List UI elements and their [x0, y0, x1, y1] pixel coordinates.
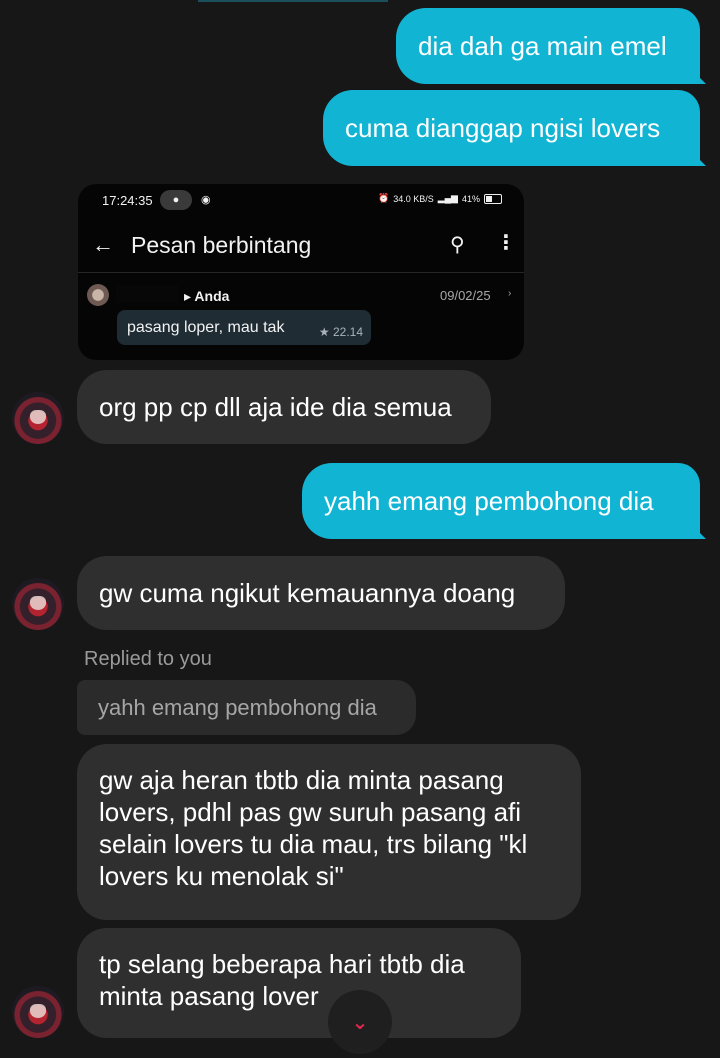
- chevron-right-icon: ›: [508, 288, 512, 299]
- sent-message-bubble[interactable]: dia dah ga main emel: [396, 8, 700, 84]
- status-indicators: ⏰ 34.0 KB/S ▂▄▆ 41%: [378, 193, 502, 204]
- sent-message-bubble[interactable]: yahh emang pembohong dia: [302, 463, 700, 539]
- divider: [78, 272, 524, 273]
- reply-quote-text: yahh emang pembohong dia: [98, 694, 377, 720]
- alarm-icon: ⏰: [378, 193, 390, 203]
- received-message-bubble[interactable]: gw aja heran tbtb dia minta pasang lover…: [77, 744, 581, 920]
- embedded-status-bar: 17:24:35 ● ◉ ⏰ 34.0 KB/S ▂▄▆ 41%: [78, 184, 524, 218]
- message-line: lovers ku menolak si": [99, 861, 344, 891]
- received-message-bubble[interactable]: gw cuma ngikut kemauannya doang: [77, 556, 565, 630]
- microphone-icon: ●: [160, 190, 192, 210]
- embedded-message-bubble: pasang loper, mau tak ★ 22.14: [117, 310, 371, 345]
- battery-icon: [484, 193, 502, 204]
- chevron-down-icon: ⌄: [351, 1011, 369, 1034]
- avatar[interactable]: [12, 578, 64, 630]
- reply-quote[interactable]: yahh emang pembohong dia: [77, 680, 416, 735]
- network-speed: 34.0 KB/S: [393, 193, 434, 204]
- message-text: dia dah ga main emel: [418, 31, 667, 61]
- signal-icon: ▂▄▆: [437, 193, 458, 203]
- status-time: 17:24:35: [102, 193, 153, 208]
- redaction-box: [116, 285, 178, 303]
- received-message-bubble[interactable]: org pp cp dll aja ide dia semua: [77, 370, 491, 444]
- avatar[interactable]: [12, 986, 64, 1038]
- avatar[interactable]: [12, 392, 64, 444]
- battery-level: 41%: [461, 193, 480, 204]
- embedded-screenshot-image[interactable]: 17:24:35 ● ◉ ⏰ 34.0 KB/S ▂▄▆ 41% ← Pesan…: [78, 184, 524, 360]
- scroll-to-bottom-button[interactable]: ⌄: [328, 990, 392, 1054]
- message-text: yahh emang pembohong dia: [324, 486, 654, 516]
- embedded-message-time: ★ 22.14: [318, 325, 363, 339]
- message-line: gw aja heran tbtb dia minta pasang: [99, 765, 504, 795]
- embedded-app-bar: ← Pesan berbintang ⚲ ⋮: [78, 224, 524, 268]
- discord-icon: ◉: [201, 194, 211, 206]
- embedded-date: 09/02/25: [440, 288, 491, 303]
- message-line: tp selang beberapa hari tbtb dia: [99, 949, 465, 979]
- search-icon: ⚲: [450, 234, 465, 256]
- top-accent-strip: [198, 0, 388, 2]
- avatar: [87, 284, 109, 306]
- replied-to-label: Replied to you: [84, 648, 212, 670]
- back-arrow-icon: ←: [92, 232, 114, 257]
- message-line: minta pasang lover: [99, 981, 319, 1011]
- message-line: selain lovers tu dia mau, trs bilang "kl: [99, 829, 528, 859]
- embedded-title: Pesan berbintang: [131, 232, 312, 258]
- more-menu-icon: ⋮: [496, 232, 516, 254]
- sender-name: Anda: [194, 288, 230, 304]
- message-text: cuma dianggap ngisi lovers: [345, 113, 661, 143]
- message-text: gw cuma ngikut kemauannya doang: [99, 578, 516, 608]
- embedded-sender: ▸ Anda: [184, 288, 230, 304]
- sent-message-bubble[interactable]: cuma dianggap ngisi lovers: [323, 90, 700, 166]
- received-message-bubble[interactable]: tp selang beberapa hari tbtb dia minta p…: [77, 928, 521, 1038]
- embedded-message-text: pasang loper, mau tak: [127, 318, 285, 336]
- message-text: org pp cp dll aja ide dia semua: [99, 392, 452, 422]
- message-line: lovers, pdhl pas gw suruh pasang afi: [99, 797, 522, 827]
